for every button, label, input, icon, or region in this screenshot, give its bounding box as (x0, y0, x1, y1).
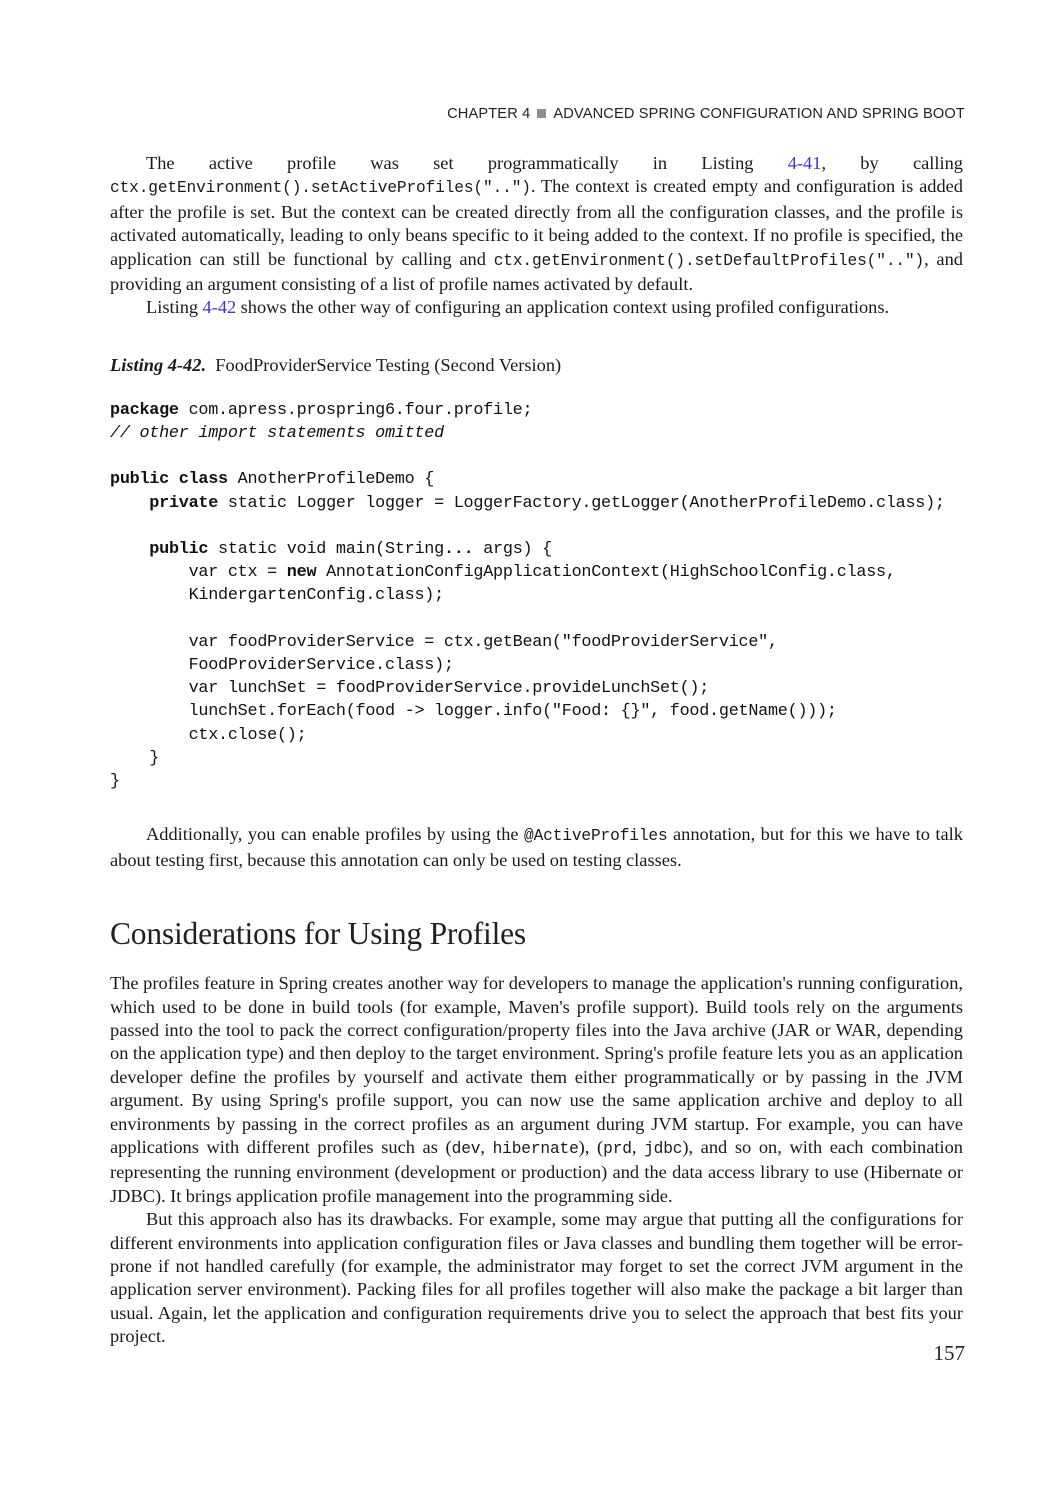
paragraph-drawbacks: But this approach also has its drawbacks… (110, 1209, 963, 1347)
listing-caption: Listing 4-42. FoodProviderService Testin… (110, 354, 963, 377)
paragraph-active-profile: The active profile was set programmatica… (110, 152, 963, 296)
document-page: CHAPTER 4 ADVANCED SPRING CONFIGURATION A… (0, 0, 1050, 1500)
p4-code-hibernate: hibernate (492, 1139, 579, 1158)
chapter-title: ADVANCED SPRING CONFIGURATION AND SPRING… (553, 106, 965, 122)
p2-text-a: Listing (146, 297, 203, 318)
p4-code-jdbc: jdbc (644, 1139, 683, 1158)
listing-caption-title: FoodProviderService Testing (Second Vers… (215, 354, 562, 375)
p1-code-setdefaultprofiles: ctx.getEnvironment().setDefaultProfiles(… (493, 251, 925, 270)
paragraph-profiles-feature: The profiles feature in Spring creates a… (110, 973, 964, 1206)
p3-code-activeprofiles: @ActiveProfiles (524, 827, 668, 846)
p4-text-a: The profiles feature in Spring creates a… (110, 973, 963, 1157)
p1-text-a: The active profile was set programmatica… (146, 153, 788, 173)
p1-text-b: , by calling (821, 153, 963, 173)
p3-text-a: Additionally, you can enable profiles by… (146, 824, 525, 845)
chapter-label: CHAPTER 4 (447, 106, 531, 122)
page-content: The active profile was set programmatica… (110, 152, 963, 1349)
gray-square-bullet-icon (537, 109, 547, 119)
running-head: CHAPTER 4 ADVANCED SPRING CONFIGURATION A… (110, 106, 965, 122)
p2-text-b: shows the other way of configuring an ap… (236, 297, 890, 318)
code-block-listing-4-42: package com.apress.prospring6.four.profi… (110, 400, 945, 792)
p1-code-setactiveprofiles: ctx.getEnvironment().setActiveProfiles("… (110, 179, 531, 198)
p4-sep-b: ), ( (578, 1136, 604, 1157)
section-heading-considerations: Considerations for Using Profiles (110, 916, 526, 952)
p4-code-prd: prd (603, 1139, 632, 1158)
p4-code-dev: dev (451, 1139, 481, 1158)
page-number: 157 (933, 1341, 966, 1365)
listing-caption-number: Listing 4-42. (110, 354, 207, 375)
p4-sep-a: , (480, 1136, 493, 1157)
paragraph-listing-intro: Listing 4-42 shows the other way of conf… (110, 296, 963, 319)
listing-xref-4-42[interactable]: 4-42 (203, 297, 237, 317)
listing-xref-4-41[interactable]: 4-41 (788, 153, 822, 173)
paragraph-activeprofiles-note: Additionally, you can enable profiles by… (110, 823, 963, 872)
